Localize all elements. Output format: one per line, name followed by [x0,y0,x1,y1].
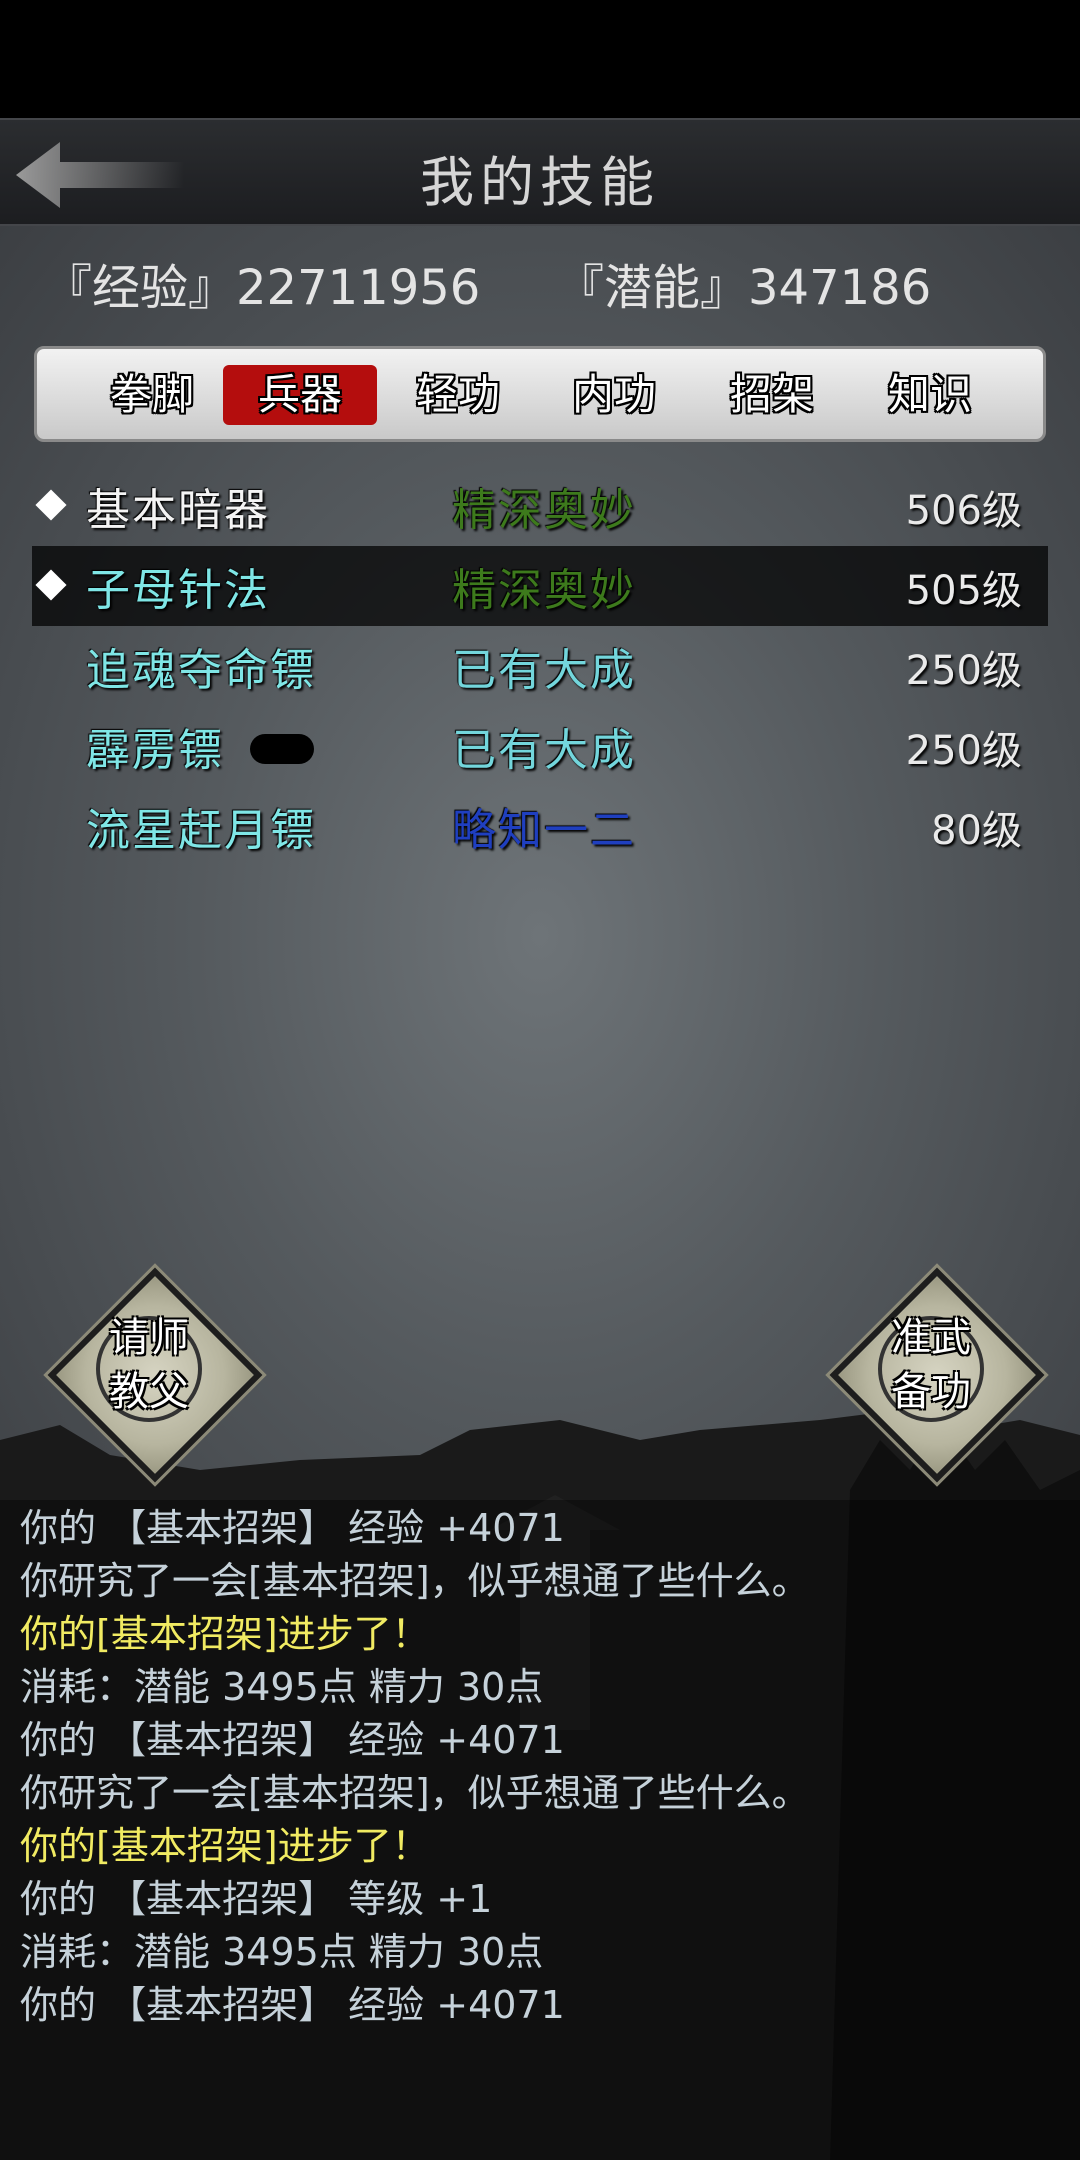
skill-row[interactable]: 霹雳镖 已有大成 250级 [32,706,1048,786]
tab-weapon[interactable]: 兵器 [223,365,377,425]
log-line: 你的 【基本招架】 等级 +1 [20,1877,493,1921]
skill-rank: 精深奥妙 [452,565,636,616]
experience-label: 『经验』 [44,260,237,316]
page-title: 我的技能 [420,151,660,214]
skill-category-tabs: 拳脚 兵器 轻功 内功 招架 知识 [34,346,1046,442]
skill-name: 霹雳镖 [86,725,224,776]
potential-label: 『潜能』 [556,260,749,316]
prepare-skill-label: 准武 备功 [891,1315,971,1415]
skill-rank: 已有大成 [452,725,636,776]
log-line: 你研究了一会[基本招架]，似乎想通了些什么。 [20,1771,810,1815]
marked-diamond-icon [35,569,67,601]
tab-fist[interactable]: 拳脚 [75,365,229,425]
log-line: 你的[基本招架]进步了！ [20,1824,430,1868]
seek-master-label: 请师 教父 [109,1315,189,1415]
skill-level: 250级 [905,728,1022,774]
log-line: 消耗：潜能 3495点 精力 30点 [20,1930,544,1974]
skill-row[interactable]: 流星赶月镖 略知一二 80级 [32,786,1048,866]
skill-name: 子母针法 [86,565,270,616]
log-line: 你研究了一会[基本招架]，似乎想通了些什么。 [20,1559,810,1603]
skill-row[interactable]: 追魂夺命镖 已有大成 250级 [32,626,1048,706]
top-bar: 我的技能 [0,118,1080,226]
marked-diamond-icon [35,489,67,521]
stats-row: 『经验』22711956 『潜能』347186 [0,248,1080,318]
skill-name: 基本暗器 [86,485,270,536]
log-line: 消耗：潜能 3495点 精力 30点 [20,1665,544,1709]
log-line: 你的 【基本招架】 经验 +4071 [20,1718,565,1762]
skill-level: 250级 [905,648,1022,694]
skill-rank: 略知一二 [452,805,636,856]
potential-stat: 『潜能』347186 [556,248,931,318]
message-log[interactable]: 你的 【基本招架】 经验 +4071 你研究了一会[基本招架]，似乎想通了些什么… [20,1502,1060,2032]
tab-inner[interactable]: 内功 [537,365,691,425]
skill-row[interactable]: 子母针法 精深奥妙 505级 [32,546,1048,626]
skill-rank: 精深奥妙 [452,485,636,536]
tab-lightness[interactable]: 轻功 [381,365,535,425]
prepare-skill-button[interactable]: 准武 备功 [828,1266,1045,1483]
skill-name: 追魂夺命镖 [86,645,316,696]
log-line: 你的[基本招架]进步了！ [20,1612,430,1656]
skill-level: 80级 [931,808,1022,854]
log-line: 你的 【基本招架】 经验 +4071 [20,1506,565,1550]
skill-row[interactable]: 基本暗器 精深奥妙 506级 [32,466,1048,546]
seek-master-button[interactable]: 请师 教父 [46,1266,263,1483]
experience-stat: 『经验』22711956 [44,248,480,318]
skill-rank: 已有大成 [452,645,636,696]
potential-value: 347186 [748,260,932,316]
skill-level: 506级 [905,488,1022,534]
tab-parry[interactable]: 招架 [695,365,849,425]
skill-name: 流星赶月镖 [86,805,316,856]
log-line: 你的 【基本招架】 经验 +4071 [20,1983,565,2027]
skill-level: 505级 [905,568,1022,614]
skill-list: 基本暗器 精深奥妙 506级 子母针法 精深奥妙 505级 追魂夺命镖 已有大成… [32,466,1048,866]
experience-value: 22711956 [236,260,481,316]
redaction-mark [250,734,314,764]
tab-knowledge[interactable]: 知识 [853,365,1007,425]
